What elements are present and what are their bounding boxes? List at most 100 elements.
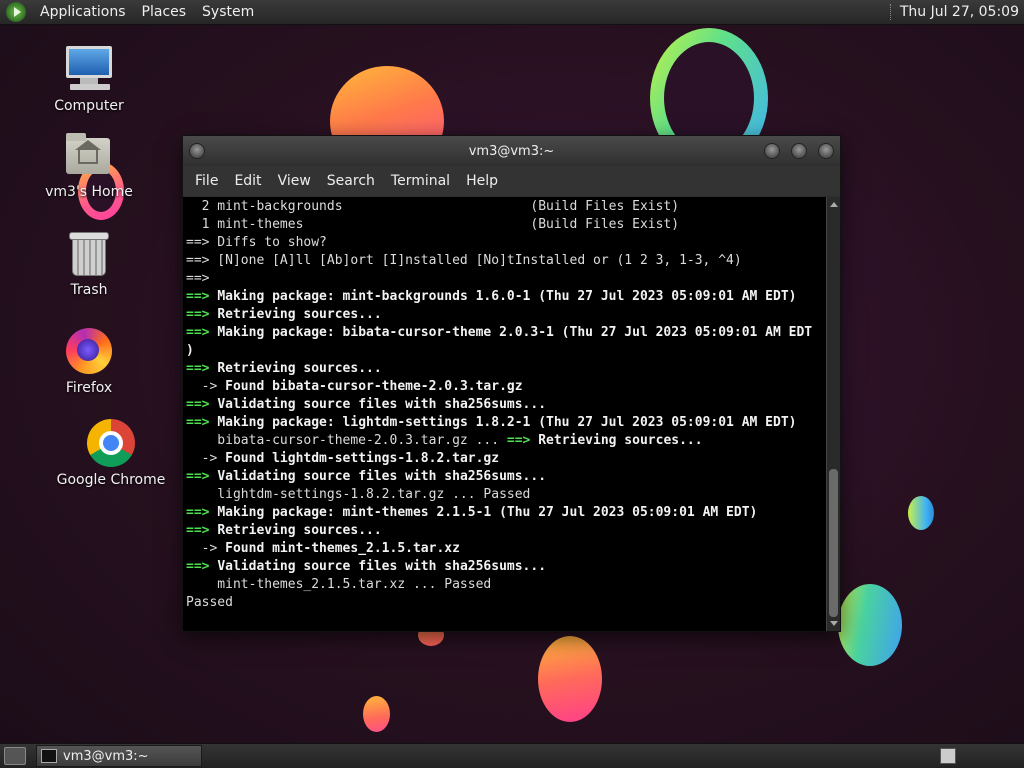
window-titlebar[interactable]: vm3@vm3:~	[183, 136, 840, 166]
chrome-icon	[86, 418, 136, 468]
menu-help[interactable]: Help	[458, 173, 506, 189]
terminal-text: ==>	[186, 397, 218, 412]
menu-terminal[interactable]: Terminal	[383, 173, 458, 189]
terminal-text: ==>	[186, 289, 218, 304]
terminal-text: Found lightdm-settings-1.8.2.tar.gz	[225, 451, 500, 466]
terminal-line: ==>	[186, 270, 828, 288]
terminal-text: ==>	[506, 433, 539, 448]
workspace-switcher[interactable]	[940, 748, 956, 764]
menu-search[interactable]: Search	[319, 173, 383, 189]
terminal-text: Validating source files with sha256sums.…	[217, 397, 547, 412]
terminal-text: ==>	[186, 523, 218, 538]
terminal-line: ==> Making package: bibata-cursor-theme …	[186, 324, 828, 342]
terminal-text: ==>	[186, 559, 218, 574]
desktop-icon-computer[interactable]: Computer	[44, 44, 134, 114]
wallpaper-teal-blob	[908, 496, 934, 530]
terminal-line: ==> Retrieving sources...	[186, 360, 828, 378]
terminal-text: )	[186, 343, 194, 358]
terminal-line: ==> Making package: mint-themes 2.1.5-1 …	[186, 504, 828, 522]
terminal-line: bibata-cursor-theme-2.0.3.tar.gz ... ==>…	[186, 432, 828, 450]
clock[interactable]: Thu Jul 27, 05:09	[900, 4, 1024, 20]
terminal-text: ->	[186, 541, 226, 556]
terminal-line: ==> Making package: lightdm-settings 1.8…	[186, 414, 828, 432]
scrollbar-thumb[interactable]	[829, 469, 838, 617]
terminal-scrollbar[interactable]	[826, 197, 840, 631]
terminal-line: ==> Retrieving sources...	[186, 306, 828, 324]
terminal-line: lightdm-settings-1.8.2.tar.gz ... Passed	[186, 486, 828, 504]
scroll-up-icon[interactable]	[830, 202, 838, 207]
terminal-line: ==> Diffs to show?	[186, 234, 828, 252]
terminal-line: 1 mint-themes (Build Files Exist)	[186, 216, 828, 234]
desktop-icon-label: Trash	[70, 282, 108, 298]
terminal-menubar: File Edit View Search Terminal Help	[183, 166, 840, 196]
desktop-icon-home[interactable]: vm3's Home	[44, 130, 134, 200]
menu-places[interactable]: Places	[134, 4, 195, 20]
terminal-text: Found bibata-cursor-theme-2.0.3.tar.gz	[225, 379, 523, 394]
show-desktop-icon[interactable]	[4, 747, 26, 765]
panel-separator	[889, 4, 892, 20]
terminal-line: 2 mint-backgrounds (Build Files Exist)	[186, 198, 828, 216]
terminal-text: ==>	[186, 271, 210, 286]
scroll-down-icon[interactable]	[830, 621, 838, 626]
menu-applications[interactable]: Applications	[32, 4, 134, 20]
menu-system[interactable]: System	[194, 4, 262, 20]
desktop-icon-label: Firefox	[65, 380, 113, 396]
window-menu-button[interactable]	[189, 143, 205, 159]
terminal-text: mint-themes_2.1.5.tar.xz ... Passed	[186, 577, 492, 592]
menu-edit[interactable]: Edit	[226, 173, 269, 189]
terminal-line: ==> [N]one [A]ll [Ab]ort [I]nstalled [No…	[186, 252, 828, 270]
home-folder-icon	[64, 130, 114, 180]
terminal-text: ==>	[186, 307, 218, 322]
firefox-icon	[64, 326, 114, 376]
desktop-icon-trash[interactable]: Trash	[44, 228, 134, 298]
terminal-text: 2 mint-backgrounds (Build Files Exist)	[186, 199, 680, 214]
terminal-window: vm3@vm3:~ File Edit View Search Terminal…	[182, 135, 841, 632]
terminal-text: Retrieving sources...	[538, 433, 703, 448]
terminal-line: mint-themes_2.1.5.tar.xz ... Passed	[186, 576, 828, 594]
terminal-text: Retrieving sources...	[217, 361, 382, 376]
maximize-button[interactable]	[791, 143, 807, 159]
terminal-text: Validating source files with sha256sums.…	[217, 559, 547, 574]
terminal-text: ==> [N]one [A]ll [Ab]ort [I]nstalled [No…	[186, 253, 742, 268]
terminal-text: ==>	[186, 361, 218, 376]
terminal-line: ==> Making package: mint-backgrounds 1.6…	[186, 288, 828, 306]
wallpaper-blue-blob	[838, 584, 902, 666]
terminal-text: 1 mint-themes (Build Files Exist)	[186, 217, 680, 232]
terminal-text: Making package: lightdm-settings 1.8.2-1…	[217, 415, 797, 430]
close-button[interactable]	[818, 143, 834, 159]
wallpaper-orange-blob-mid	[538, 636, 602, 722]
terminal-text: Found mint-themes_2.1.5.tar.xz	[225, 541, 460, 556]
terminal-text: ==>	[186, 325, 218, 340]
desktop-icon-firefox[interactable]: Firefox	[44, 326, 134, 396]
menu-file[interactable]: File	[187, 173, 226, 189]
terminal-text: Retrieving sources...	[217, 307, 382, 322]
bottom-panel: vm3@vm3:~	[0, 743, 1024, 768]
minimize-button[interactable]	[764, 143, 780, 159]
window-title: vm3@vm3:~	[468, 143, 555, 159]
terminal-text: ==>	[186, 415, 218, 430]
terminal-text: Making package: mint-themes 2.1.5-1 (Thu…	[217, 505, 758, 520]
taskbar-label: vm3@vm3:~	[63, 748, 149, 764]
taskbar-button-terminal[interactable]: vm3@vm3:~	[36, 745, 202, 767]
terminal-text: lightdm-settings-1.8.2.tar.gz ... Passed	[186, 487, 531, 502]
menu-view[interactable]: View	[270, 173, 319, 189]
terminal-line: ==> Validating source files with sha256s…	[186, 396, 828, 414]
desktop-icon-label: Google Chrome	[56, 472, 166, 488]
trash-icon	[64, 228, 114, 278]
terminal-icon	[41, 749, 57, 763]
desktop-icon-label: Computer	[54, 98, 124, 114]
terminal-line: ==> Validating source files with sha256s…	[186, 558, 828, 576]
desktop-icon-chrome[interactable]: Google Chrome	[56, 418, 166, 488]
terminal-text: Making package: bibata-cursor-theme 2.0.…	[217, 325, 813, 340]
mate-menu-icon[interactable]	[6, 2, 26, 22]
top-panel: Applications Places System Thu Jul 27, 0…	[0, 0, 1024, 25]
terminal-line: -> Found mint-themes_2.1.5.tar.xz	[186, 540, 828, 558]
terminal-output[interactable]: 2 mint-backgrounds (Build Files Exist) 1…	[183, 197, 828, 631]
terminal-line: ==> Validating source files with sha256s…	[186, 468, 828, 486]
terminal-line: )	[186, 342, 828, 360]
terminal-text: bibata-cursor-theme-2.0.3.tar.gz ...	[186, 433, 507, 448]
terminal-text: Retrieving sources...	[217, 523, 382, 538]
desktop-icon-label: vm3's Home	[45, 184, 133, 200]
terminal-text: Making package: mint-backgrounds 1.6.0-1…	[217, 289, 797, 304]
terminal-text: ->	[186, 451, 226, 466]
